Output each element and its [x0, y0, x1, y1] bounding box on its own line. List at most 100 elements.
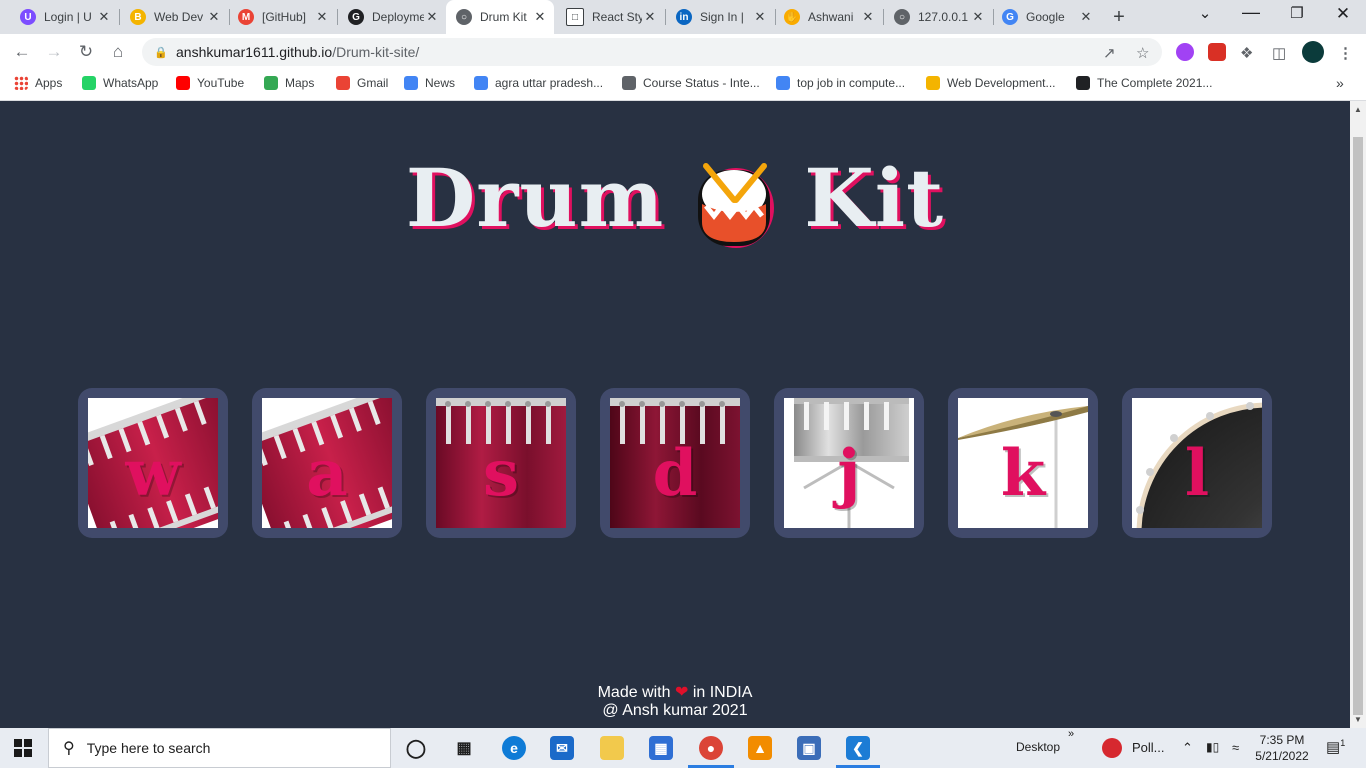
bookmark-item[interactable]: top job in compute... — [776, 76, 905, 90]
extensions-puzzle-icon[interactable]: ❖ — [1240, 44, 1253, 62]
tab-8[interactable]: ○ 127.0.0.1 ✕ — [884, 2, 992, 32]
microsoft-store-icon[interactable]: ▦ — [649, 736, 673, 760]
file-explorer-icon[interactable] — [600, 736, 624, 760]
title-kit: Kit — [804, 151, 945, 245]
tab-9[interactable]: G Google ✕ — [992, 2, 1100, 32]
bookmarks-overflow-button[interactable]: » — [1336, 75, 1344, 91]
tab-favicon-icon: ○ — [894, 9, 910, 25]
tab-close-icon[interactable]: ✕ — [1078, 9, 1094, 25]
search-icon: ⚲ — [63, 740, 75, 757]
notifications-icon[interactable]: ▤1 — [1326, 738, 1345, 756]
share-icon[interactable]: ↗ — [1103, 44, 1116, 62]
bookmark-favicon-icon — [1076, 76, 1090, 90]
bookmark-label: top job in compute... — [797, 76, 906, 90]
bookmark-label: Apps — [35, 76, 63, 90]
drum-image-crash: k — [958, 398, 1088, 528]
bookmark-favicon-icon — [926, 76, 940, 90]
tab-favicon-icon: ○ — [456, 9, 472, 25]
forward-button[interactable]: → — [42, 40, 66, 64]
poll-app-icon[interactable] — [1102, 738, 1122, 758]
tab-title: Deployme — [372, 10, 424, 24]
drum-key-l[interactable]: l — [1122, 388, 1272, 538]
tab-5[interactable]: □ React Sty ✕ — [556, 2, 664, 32]
wifi-icon[interactable]: ≈ — [1232, 740, 1239, 755]
tab-close-icon[interactable]: ✕ — [96, 9, 112, 25]
control-panel-icon[interactable]: ▣ — [797, 736, 821, 760]
tab-6[interactable]: in Sign In | ✕ — [666, 2, 774, 32]
tab-close-icon[interactable]: ✕ — [970, 9, 986, 25]
drum-key-k[interactable]: k — [948, 388, 1098, 538]
drum-key-a[interactable]: a — [252, 388, 402, 538]
bookmark-item[interactable]: Apps — [14, 76, 62, 90]
scroll-down-icon[interactable]: ▼ — [1354, 715, 1362, 724]
back-button[interactable]: ← — [10, 40, 34, 64]
heart-icon: ❤ — [674, 684, 689, 701]
bookmark-item[interactable]: Course Status - Inte... — [622, 76, 760, 90]
bookmark-item[interactable]: WhatsApp — [82, 76, 158, 90]
desktop-toolbar-chevron[interactable]: » — [1068, 728, 1074, 740]
bookmark-favicon-icon — [336, 76, 350, 90]
bookmark-item[interactable]: News — [404, 76, 455, 90]
address-bar[interactable]: 🔒 anshkumar1611.github.io/Drum-kit-site/ — [142, 38, 1162, 66]
bookmark-item[interactable]: The Complete 2021... — [1076, 76, 1212, 90]
clock-date: 5/21/2022 — [1255, 749, 1309, 763]
tab-1[interactable]: B Web Dev ✕ — [120, 2, 228, 32]
bookmark-item[interactable]: Web Development... — [926, 76, 1056, 90]
bookmark-item[interactable]: Gmail — [336, 76, 388, 90]
tab-close-icon[interactable]: ✕ — [860, 9, 876, 25]
poll-app-label[interactable]: Poll... — [1132, 740, 1165, 755]
menu-kebab-icon[interactable]: ⋮ — [1338, 44, 1353, 62]
scrollbar-thumb[interactable] — [1353, 137, 1363, 715]
bookmark-item[interactable]: Maps — [264, 76, 314, 90]
chrome-icon[interactable]: ● — [699, 736, 723, 760]
new-tab-button[interactable]: + — [1108, 6, 1130, 29]
reload-button[interactable]: ↻ — [74, 40, 98, 64]
tab-close-icon[interactable]: ✕ — [424, 9, 440, 25]
window-minimize-button[interactable]: — — [1228, 2, 1274, 23]
tab-4[interactable]: ○ Drum Kit ✕ — [446, 0, 554, 34]
bookmark-item[interactable]: agra uttar pradesh... — [474, 76, 603, 90]
taskbar-search-box[interactable]: ⚲ Type here to search — [48, 728, 391, 768]
window-close-button[interactable]: ✕ — [1320, 4, 1366, 24]
home-button[interactable]: ⌂ — [106, 40, 130, 64]
battery-icon[interactable]: ▮▯ — [1206, 740, 1219, 754]
drum-key-d[interactable]: d — [600, 388, 750, 538]
task-view-icon[interactable]: ▦ — [452, 736, 476, 760]
desktop-toolbar[interactable]: Desktop — [1016, 740, 1060, 754]
bookmark-star-icon[interactable]: ☆ — [1136, 44, 1149, 62]
footer-country: in INDIA — [692, 684, 753, 701]
tab-close-icon[interactable]: ✕ — [314, 9, 330, 25]
side-panel-icon[interactable]: ◫ — [1272, 44, 1286, 62]
cortana-icon[interactable]: ◯ — [404, 736, 428, 760]
system-clock[interactable]: 7:35 PM 5/21/2022 — [1248, 732, 1316, 764]
drum-key-j[interactable]: j — [774, 388, 924, 538]
tab-favicon-icon: in — [676, 9, 692, 25]
window-maximize-button[interactable]: ❐ — [1274, 4, 1320, 22]
page-scrollbar[interactable]: ▲ ▼ — [1350, 101, 1366, 728]
scroll-up-icon[interactable]: ▲ — [1354, 105, 1362, 114]
drum-keys: wasdjkl — [78, 388, 1278, 538]
vscode-icon[interactable]: ❮ — [846, 736, 870, 760]
bookmark-item[interactable]: YouTube — [176, 76, 244, 90]
tab-3[interactable]: G Deployme ✕ — [338, 2, 446, 32]
vlc-icon[interactable]: ▲ — [748, 736, 772, 760]
tab-title: Web Dev — [154, 10, 204, 24]
mail-icon[interactable]: ✉ — [550, 736, 574, 760]
tab-7[interactable]: ✋ Ashwani ✕ — [774, 2, 882, 32]
drum-key-w[interactable]: w — [78, 388, 228, 538]
tab-close-icon[interactable]: ✕ — [206, 9, 222, 25]
extension-red-icon[interactable] — [1208, 43, 1226, 61]
tab-favicon-icon: U — [20, 9, 36, 25]
minimize-icon[interactable]: ⌄ — [1182, 4, 1228, 22]
profile-avatar[interactable] — [1302, 41, 1324, 63]
tab-close-icon[interactable]: ✕ — [532, 9, 548, 25]
tray-chevron-up-icon[interactable]: ⌃ — [1182, 740, 1193, 756]
tab-close-icon[interactable]: ✕ — [752, 9, 768, 25]
windows-start-icon[interactable] — [14, 739, 32, 757]
drum-key-s[interactable]: s — [426, 388, 576, 538]
tab-0[interactable]: U Login | U ✕ — [10, 2, 118, 32]
tab-2[interactable]: M [GitHub] ✕ — [228, 2, 336, 32]
extension-purple-icon[interactable] — [1176, 43, 1194, 61]
tab-close-icon[interactable]: ✕ — [642, 9, 658, 25]
edge-browser-icon[interactable]: e — [502, 736, 526, 760]
